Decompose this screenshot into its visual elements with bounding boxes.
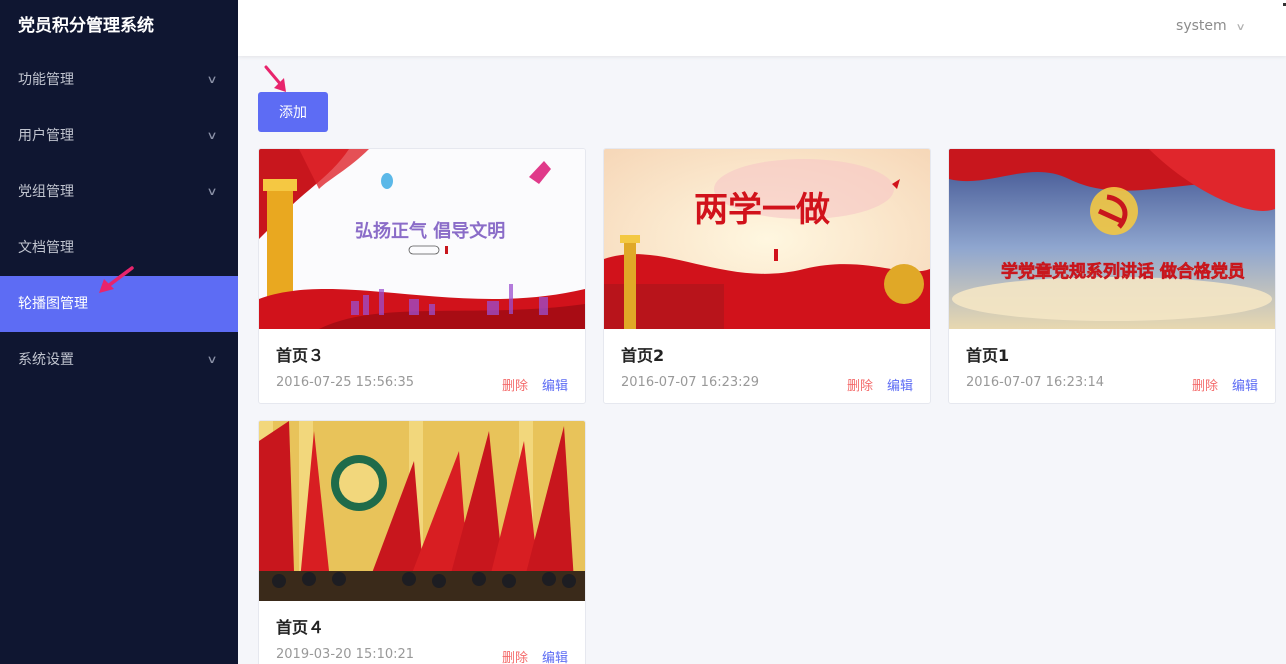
carousel-card: 学党章党规系列讲话 做合格党员 首页1 2016-07-07 16:23:14 … <box>948 148 1276 404</box>
card-date: 2016-07-25 15:56:35 <box>276 375 415 390</box>
chevron-down-icon: ∨ <box>1235 22 1246 33</box>
card-date: 2016-07-07 16:23:29 <box>621 375 760 390</box>
annotation-arrow-icon <box>99 266 134 293</box>
user-menu[interactable]: system ∨ <box>1176 0 1246 52</box>
carousel-card: 弘扬正气 倡导文明 首页３ 2016-07-25 15:56:35 删除 编辑 <box>258 148 586 404</box>
chevron-down-icon: ∨ <box>206 185 218 198</box>
banner-text: 两学一做 <box>694 190 830 230</box>
card-title: 首页４ <box>276 618 325 637</box>
sidebar-item-label: 功能管理 <box>18 72 74 88</box>
sidebar-item-label: 用户管理 <box>18 128 74 144</box>
top-header: system ∨ <box>238 0 1286 56</box>
chevron-down-icon: ∨ <box>206 73 218 86</box>
card-image: 弘扬正气 倡导文明 <box>259 149 585 329</box>
banner-text: 弘扬正气 倡导文明 <box>355 220 505 242</box>
sidebar-item-party-group-management[interactable]: 党组管理 ∨ <box>0 164 238 220</box>
chevron-down-icon: ∨ <box>206 129 218 142</box>
carousel-card: 首页４ 2019-03-20 15:10:21 删除 编辑 <box>258 420 586 664</box>
card-title: 首页３ <box>276 346 325 365</box>
banner-text: 学党章党规系列讲话 做合格党员 <box>1001 261 1245 282</box>
card-title: 首页2 <box>621 346 665 365</box>
sidebar-item-label: 轮播图管理 <box>18 296 88 312</box>
delete-button[interactable]: 删除 <box>502 647 528 664</box>
sidebar-item-label: 文档管理 <box>18 240 74 256</box>
sidebar-item-label: 系统设置 <box>18 352 74 368</box>
delete-button[interactable]: 删除 <box>502 375 528 394</box>
annotation-arrow-icon <box>264 65 286 92</box>
card-date: 2016-07-07 16:23:14 <box>966 375 1105 390</box>
sidebar-item-system-settings[interactable]: 系统设置 ∨ <box>0 332 238 388</box>
card-image: 学党章党规系列讲话 做合格党员 <box>949 149 1275 329</box>
edit-button[interactable]: 编辑 <box>542 647 568 664</box>
banner-image-party-constitution: 学党章党规系列讲话 做合格党员 <box>949 149 1275 329</box>
card-date: 2019-03-20 15:10:21 <box>276 647 415 662</box>
edit-button[interactable]: 编辑 <box>1232 375 1258 394</box>
card-image <box>259 421 585 601</box>
chevron-down-icon: ∨ <box>206 353 218 366</box>
banner-image-two-studies: 两学一做 <box>604 149 930 329</box>
card-title: 首页1 <box>966 346 1010 365</box>
sidebar-item-label: 党组管理 <box>18 184 74 200</box>
banner-image-righteousness: 弘扬正气 倡导文明 <box>259 149 585 329</box>
carousel-card: 两学一做 首页2 2016-07-07 16:23:29 删除 编辑 <box>603 148 931 404</box>
delete-button[interactable]: 删除 <box>1192 375 1218 394</box>
sidebar: 党员积分管理系统 功能管理 ∨ 用户管理 ∨ 党组管理 ∨ 文档管理 轮播图管理… <box>0 0 238 664</box>
card-image: 两学一做 <box>604 149 930 329</box>
app-title: 党员积分管理系统 <box>18 16 154 36</box>
delete-button[interactable]: 删除 <box>847 375 873 394</box>
add-button[interactable]: 添加 <box>258 92 328 132</box>
banner-image-conference <box>259 421 585 601</box>
edit-button[interactable]: 编辑 <box>542 375 568 394</box>
sidebar-item-user-management[interactable]: 用户管理 ∨ <box>0 108 238 164</box>
sidebar-item-function-management[interactable]: 功能管理 ∨ <box>0 52 238 108</box>
username: system <box>1176 18 1227 34</box>
edit-button[interactable]: 编辑 <box>887 375 913 394</box>
